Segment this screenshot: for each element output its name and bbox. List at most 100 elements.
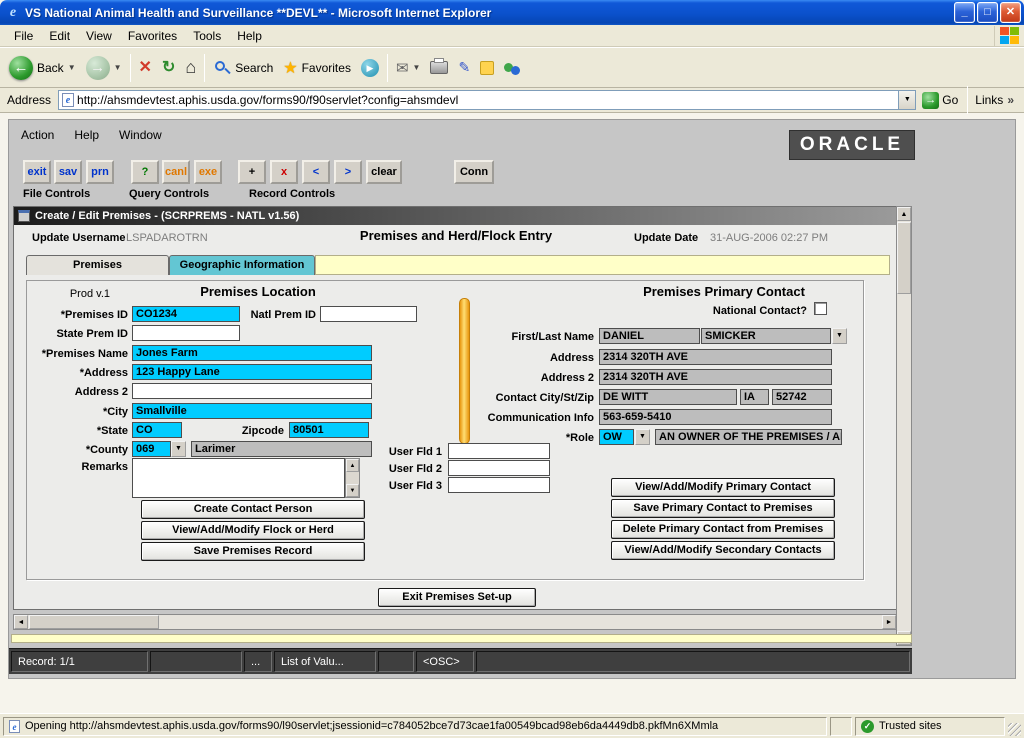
- vertical-scrollbar-thumb[interactable]: [897, 222, 911, 294]
- menu-edit[interactable]: Edit: [41, 26, 78, 46]
- create-contact-person-button[interactable]: Create Contact Person: [141, 500, 365, 519]
- form-title: Premises and Herd/Flock Entry: [264, 228, 648, 244]
- record-count-cell: Record: 1/1: [11, 651, 148, 672]
- record-prev-button[interactable]: <: [302, 160, 330, 184]
- role-dropdown-button[interactable]: ▼: [635, 429, 650, 445]
- conn-button[interactable]: Conn: [454, 160, 494, 184]
- user-fld-3-field[interactable]: [448, 477, 550, 493]
- state-field[interactable]: CO: [132, 422, 182, 438]
- back-button[interactable]: ← Back ▼: [4, 53, 81, 83]
- contact-name-dropdown-button[interactable]: ▼: [832, 328, 847, 344]
- status-spacer-panel: [830, 717, 852, 736]
- view-add-modify-flock-or-herd-button[interactable]: View/Add/Modify Flock or Herd: [141, 521, 365, 540]
- record-next-button[interactable]: >: [334, 160, 362, 184]
- remarks-scrollbar[interactable]: ▲ ▼: [345, 458, 360, 498]
- premises-address-field[interactable]: 123 Happy Lane: [132, 364, 372, 380]
- tab-geographic-information[interactable]: Geographic Information: [169, 255, 315, 275]
- scroll-up-icon[interactable]: ▲: [897, 207, 911, 221]
- media-button[interactable]: ▶: [356, 56, 384, 80]
- premises-address2-label: Address 2: [14, 384, 128, 400]
- menu-favorites[interactable]: Favorites: [120, 26, 185, 46]
- national-contact-checkbox[interactable]: [814, 302, 827, 315]
- query-execute-button[interactable]: exe: [194, 160, 222, 184]
- premises-address2-field[interactable]: [132, 383, 372, 399]
- scroll-left-icon[interactable]: ◄: [14, 615, 28, 629]
- refresh-button[interactable]: ↻: [157, 53, 180, 83]
- county-code-field[interactable]: 069: [132, 441, 171, 457]
- delete-primary-contact-button[interactable]: Delete Primary Contact from Premises: [611, 520, 835, 539]
- exit-premises-setup-button[interactable]: Exit Premises Set-up: [378, 588, 536, 607]
- vertical-scrollbar[interactable]: ▲ ▼: [896, 206, 912, 646]
- mail-button[interactable]: ✉ ▼: [391, 56, 426, 80]
- refresh-icon: ↻: [162, 56, 175, 80]
- oracle-menu-action[interactable]: Action: [21, 128, 54, 142]
- favorites-button[interactable]: ★ Favorites: [278, 55, 356, 81]
- save-primary-contact-button[interactable]: Save Primary Contact to Premises: [611, 499, 835, 518]
- horizontal-scrollbar[interactable]: ◄ ►: [13, 614, 897, 630]
- menu-help[interactable]: Help: [229, 26, 270, 46]
- tab-premises[interactable]: Premises: [26, 255, 169, 275]
- browser-window: e VS National Animal Health and Surveill…: [0, 0, 1024, 738]
- oracle-menu-help[interactable]: Help: [74, 128, 99, 142]
- go-button[interactable]: → Go: [916, 92, 964, 109]
- toolbar-separator: [387, 54, 388, 82]
- premises-name-field[interactable]: Jones Farm: [132, 345, 372, 361]
- trusted-check-icon: ✓: [861, 720, 874, 733]
- communication-info-field: 563-659-5410: [599, 409, 832, 425]
- natl-prem-id-label: Natl Prem ID: [236, 307, 316, 323]
- oracle-menu-window[interactable]: Window: [119, 128, 162, 142]
- links-chevron-icon: »: [1007, 93, 1014, 107]
- home-button[interactable]: ⌂: [180, 54, 201, 81]
- save-premises-record-button[interactable]: Save Premises Record: [141, 542, 365, 561]
- state-prem-id-field[interactable]: [132, 325, 240, 341]
- query-cancel-button[interactable]: canl: [162, 160, 190, 184]
- natl-prem-id-field[interactable]: [320, 306, 417, 322]
- address-dropdown-button[interactable]: ▼: [898, 91, 915, 109]
- forward-button[interactable]: → ▼: [81, 53, 127, 83]
- record-delete-button[interactable]: x: [270, 160, 298, 184]
- edit-button[interactable]: ✎: [453, 56, 475, 79]
- remarks-scroll-down-icon[interactable]: ▼: [346, 484, 359, 497]
- notes-icon: [480, 61, 494, 75]
- role-code-field[interactable]: OW: [599, 429, 634, 445]
- county-dropdown-button[interactable]: ▼: [171, 441, 186, 457]
- notes-button[interactable]: [475, 58, 499, 78]
- view-add-modify-secondary-contacts-button[interactable]: View/Add/Modify Secondary Contacts: [611, 541, 835, 560]
- view-add-modify-primary-contact-button[interactable]: View/Add/Modify Primary Contact: [611, 478, 835, 497]
- oracle-forms-applet: Action Help Window ORACLE exit sav prn ?…: [8, 119, 1016, 679]
- address-input[interactable]: [77, 93, 898, 107]
- windows-logo-icon: [994, 26, 1020, 46]
- resize-grip[interactable]: [1008, 723, 1021, 736]
- minimize-button[interactable]: _: [954, 2, 975, 23]
- save-toolbar-button[interactable]: sav: [54, 160, 82, 184]
- remarks-scroll-up-icon[interactable]: ▲: [346, 459, 359, 472]
- mail-dropdown-icon: ▼: [413, 63, 421, 72]
- close-button[interactable]: ✕: [1000, 2, 1021, 23]
- menu-view[interactable]: View: [78, 26, 120, 46]
- contact-address2-label: Address 2: [434, 370, 594, 386]
- oracle-logo: ORACLE: [789, 130, 915, 160]
- zipcode-field[interactable]: 80501: [289, 422, 369, 438]
- favorites-star-icon: ★: [283, 58, 297, 78]
- record-clear-button[interactable]: clear: [366, 160, 402, 184]
- print-toolbar-button[interactable]: prn: [86, 160, 114, 184]
- links-button[interactable]: Links »: [971, 93, 1020, 107]
- stop-button[interactable]: ✕: [134, 53, 157, 83]
- maximize-button[interactable]: □: [977, 2, 998, 23]
- premises-id-field[interactable]: CO1234: [132, 306, 240, 322]
- remarks-field[interactable]: [132, 458, 345, 498]
- menu-file[interactable]: File: [6, 26, 41, 46]
- record-add-button[interactable]: +: [238, 160, 266, 184]
- user-fld-2-field[interactable]: [448, 460, 550, 476]
- contact-city-st-zip-label: Contact City/St/Zip: [434, 390, 594, 406]
- horizontal-scrollbar-thumb[interactable]: [29, 615, 159, 629]
- form-window-titlebar[interactable]: Create / Edit Premises - (SCRPREMS - NAT…: [14, 207, 896, 225]
- search-button[interactable]: Search: [208, 56, 278, 80]
- exit-toolbar-button[interactable]: exit: [23, 160, 51, 184]
- query-help-button[interactable]: ?: [131, 160, 159, 184]
- print-button[interactable]: [425, 58, 453, 77]
- messenger-button[interactable]: [499, 57, 525, 79]
- scroll-right-icon[interactable]: ►: [882, 615, 896, 629]
- menu-tools[interactable]: Tools: [185, 26, 229, 46]
- city-field[interactable]: Smallville: [132, 403, 372, 419]
